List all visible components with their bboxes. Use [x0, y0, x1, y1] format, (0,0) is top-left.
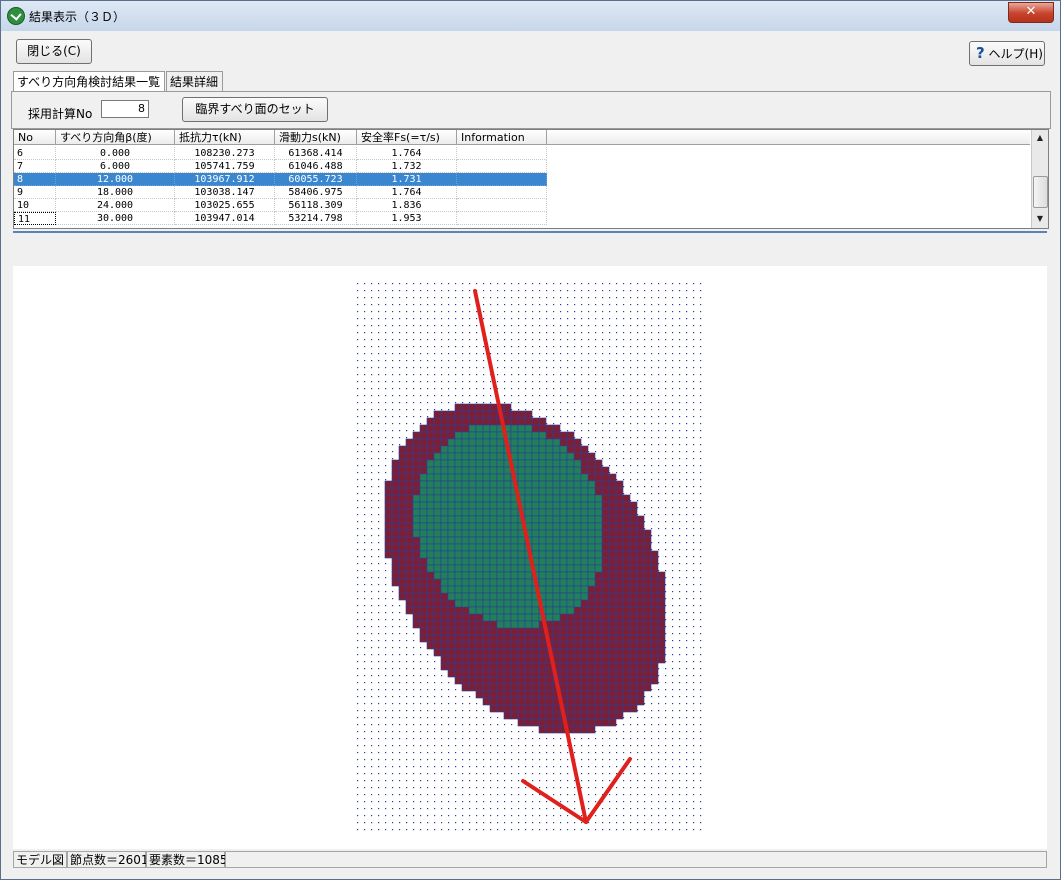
col-header-direction[interactable]: すべり方向角β(度): [56, 130, 175, 145]
model-view-canvas[interactable]: [13, 266, 1047, 849]
cell-sliding: 53214.798: [275, 212, 357, 225]
cell-info: [457, 173, 547, 186]
cell-no: 9: [14, 186, 56, 199]
cell-no: 6: [14, 147, 56, 160]
col-header-filler: [547, 130, 1030, 145]
col-header-info[interactable]: Information: [457, 130, 547, 145]
tab-label: すべり方向角検討結果一覧: [17, 75, 161, 89]
tab-result-detail[interactable]: 結果詳細: [166, 71, 223, 91]
cell-safety: 1.732: [357, 160, 457, 173]
cell-safety: 1.836: [357, 199, 457, 212]
table-row-selected[interactable]: 8 12.000 103967.912 60055.723 1.731: [14, 173, 1030, 186]
cell-resistance: 103025.655: [175, 199, 275, 212]
cell-direction: 12.000: [56, 173, 175, 186]
cell-no: 11: [14, 212, 56, 225]
cell-no: 7: [14, 160, 56, 173]
status-bar: モデル図 節点数＝2601 要素数＝1085: [11, 851, 1049, 869]
cell-no: 10: [14, 199, 56, 212]
status-element-count: 要素数＝1085: [146, 851, 228, 868]
cell-info: [457, 212, 547, 225]
scroll-thumb[interactable]: [1033, 176, 1048, 208]
cell-safety: 1.764: [357, 186, 457, 199]
calc-no-field[interactable]: 8: [101, 100, 149, 118]
cell-info: [457, 186, 547, 199]
cell-safety: 1.764: [357, 147, 457, 160]
cell-resistance: 103038.147: [175, 186, 275, 199]
cell-direction: 0.000: [56, 147, 175, 160]
app-icon: [7, 7, 25, 25]
results-grid[interactable]: No すべり方向角β(度) 抵抗力τ(kN) 滑動力s(kN) 安全率Fs(=τ…: [13, 129, 1049, 229]
grid-vertical-scrollbar[interactable]: ▲ ▼: [1031, 130, 1048, 228]
scroll-down-icon[interactable]: ▼: [1032, 211, 1048, 226]
cell-info: [457, 199, 547, 212]
calc-control-panel: 採用計算No 8 臨界すべり面のセット: [11, 91, 1051, 129]
status-node-count: 節点数＝2601: [67, 851, 149, 868]
cell-direction: 30.000: [56, 212, 175, 225]
cell-direction: 18.000: [56, 186, 175, 199]
cell-resistance: 108230.273: [175, 147, 275, 160]
close-icon: ✕: [1025, 4, 1037, 19]
slip-surface-model: [357, 283, 702, 831]
cell-safety: 1.953: [357, 212, 457, 225]
cell-sliding: 56118.309: [275, 199, 357, 212]
status-view-mode: モデル図: [13, 851, 67, 868]
result-window: 結果表示（３Ｄ） ✕ 閉じる(C) ? ヘルプ(H) すべり方向角検討結果一覧 …: [0, 0, 1061, 880]
table-row[interactable]: 6 0.000 108230.273 61368.414 1.764: [14, 147, 1030, 160]
cell-no: 8: [14, 173, 56, 186]
close-button[interactable]: 閉じる(C): [16, 39, 92, 64]
window-title: 結果表示（３Ｄ）: [29, 10, 126, 24]
cell-resistance: 103967.912: [175, 173, 275, 186]
scroll-up-icon[interactable]: ▲: [1032, 130, 1048, 145]
close-button-label: 閉じる(C): [27, 44, 81, 58]
cell-sliding: 60055.723: [275, 173, 357, 186]
calc-no-value: 8: [138, 102, 145, 115]
col-header-no[interactable]: No: [14, 130, 56, 145]
col-header-sliding[interactable]: 滑動力s(kN): [275, 130, 357, 145]
table-row[interactable]: 7 6.000 105741.759 61046.488 1.732: [14, 160, 1030, 173]
cell-info: [457, 147, 547, 160]
col-header-safety[interactable]: 安全率Fs(=τ/s): [357, 130, 457, 145]
status-empty-pane: [225, 851, 1047, 868]
cell-resistance: 103947.014: [175, 212, 275, 225]
set-critical-label: 臨界すべり面のセット: [195, 102, 315, 116]
calc-no-label: 採用計算No: [28, 107, 93, 121]
cell-direction: 24.000: [56, 199, 175, 212]
tab-slip-direction-list[interactable]: すべり方向角検討結果一覧: [13, 71, 165, 92]
help-button-label: ヘルプ(H): [988, 47, 1043, 61]
table-row[interactable]: 11 30.000 103947.014 53214.798 1.953: [14, 212, 1030, 225]
cell-resistance: 105741.759: [175, 160, 275, 173]
splitter-bar[interactable]: [13, 231, 1047, 268]
set-critical-slip-surface-button[interactable]: 臨界すべり面のセット: [182, 97, 328, 122]
col-header-resistance[interactable]: 抵抗力τ(kN): [175, 130, 275, 145]
window-close-button[interactable]: ✕: [1008, 2, 1054, 23]
cell-safety: 1.731: [357, 173, 457, 186]
help-button[interactable]: ? ヘルプ(H): [969, 41, 1045, 66]
cell-sliding: 61046.488: [275, 160, 357, 173]
title-bar[interactable]: 結果表示（３Ｄ） ✕: [1, 1, 1060, 31]
cell-sliding: 58406.975: [275, 186, 357, 199]
table-row[interactable]: 9 18.000 103038.147 58406.975 1.764: [14, 186, 1030, 199]
help-icon: ?: [976, 44, 985, 62]
tab-label: 結果詳細: [170, 75, 219, 89]
cell-info: [457, 160, 547, 173]
cell-direction: 6.000: [56, 160, 175, 173]
table-row[interactable]: 10 24.000 103025.655 56118.309 1.836: [14, 199, 1030, 212]
cell-sliding: 61368.414: [275, 147, 357, 160]
